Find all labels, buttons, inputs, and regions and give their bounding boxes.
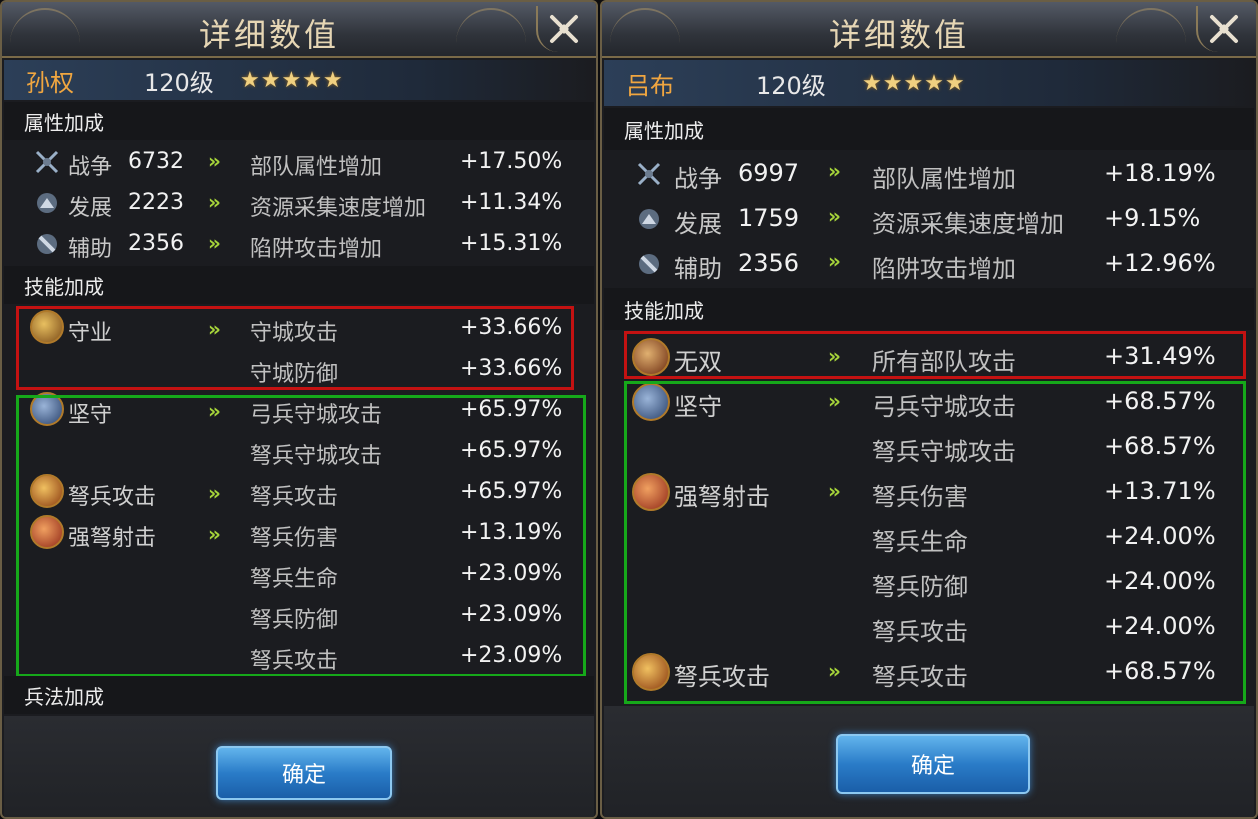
- support-icon: [37, 234, 57, 254]
- close-icon: [1210, 15, 1238, 43]
- hero-name: 吕布: [626, 71, 674, 100]
- left-detail-panel: 详细数值 孙权 120级 ★★★★★ 属性加成 战争 6732 » 部队属性增加…: [0, 0, 598, 819]
- attribute-row: 发展 2223 » 资源采集速度增加 +11.34%: [4, 183, 594, 223]
- attribute-effect: 部队属性增加: [872, 165, 1016, 193]
- arrow-icon: »: [828, 204, 841, 228]
- attribute-label: 辅助: [674, 255, 722, 283]
- support-icon: [639, 254, 659, 274]
- attribute-percent: +12.96%: [1104, 249, 1216, 277]
- hero-level: 120级: [756, 71, 826, 100]
- bottom-bar: 确定: [604, 706, 1254, 817]
- attribute-value: 2356: [128, 231, 184, 256]
- attribute-percent: +18.19%: [1104, 159, 1216, 187]
- hero-name: 孙权: [26, 68, 74, 97]
- right-detail-panel: 详细数值 吕布 120级 ★★★★★ 属性加成 战争 6997 » 部队属性增加…: [600, 0, 1258, 819]
- crossed-swords-icon: [637, 162, 661, 186]
- hero-info-row: 吕布 120级 ★★★★★: [604, 60, 1254, 106]
- attribute-label: 战争: [68, 155, 113, 180]
- arrow-icon: »: [208, 190, 221, 214]
- attribute-effect: 陷阱攻击增加: [250, 237, 383, 262]
- skill-section-header: 技能加成: [604, 288, 1254, 330]
- attribute-section-header: 属性加成: [4, 102, 594, 140]
- attribute-value: 6732: [128, 149, 184, 174]
- attribute-row: 辅助 2356 » 陷阱攻击增加 +15.31%: [4, 224, 594, 264]
- title-bar: 详细数值: [2, 2, 596, 58]
- attribute-label: 战争: [674, 165, 722, 193]
- attribute-effect: 部队属性增加: [250, 155, 383, 180]
- crossed-swords-icon: [35, 150, 59, 174]
- development-icon: [639, 209, 659, 229]
- attribute-section-header: 属性加成: [604, 108, 1254, 150]
- attribute-percent: +15.31%: [460, 231, 563, 256]
- hero-stars: ★★★★★: [862, 70, 966, 96]
- arrow-icon: »: [828, 249, 841, 273]
- close-button[interactable]: [1196, 6, 1250, 52]
- panel-title: 详细数值: [198, 16, 339, 54]
- bottom-bar: 确定: [4, 716, 594, 817]
- attribute-label: 发展: [674, 210, 722, 238]
- attribute-value: 2356: [738, 249, 800, 277]
- highlight-box-red: [16, 306, 574, 390]
- attribute-effect: 资源采集速度增加: [872, 210, 1064, 238]
- attribute-percent: +17.50%: [460, 149, 563, 174]
- development-icon: [37, 193, 57, 213]
- attribute-row: 战争 6997 » 部队属性增加 +18.19%: [604, 152, 1254, 196]
- close-button[interactable]: [536, 6, 590, 52]
- hero-info-row: 孙权 120级 ★★★★★: [4, 60, 594, 100]
- attribute-value: 2223: [128, 190, 184, 215]
- title-bar: 详细数值: [602, 2, 1256, 58]
- confirm-button[interactable]: 确定: [836, 734, 1030, 794]
- arrow-icon: »: [208, 231, 221, 255]
- skill-section-header: 技能加成: [4, 266, 594, 304]
- attribute-label: 发展: [68, 196, 113, 221]
- panel-title: 详细数值: [828, 16, 969, 54]
- highlight-box-green: [624, 381, 1246, 704]
- highlight-box-green: [16, 395, 586, 677]
- attribute-value: 1759: [738, 204, 800, 232]
- attribute-value: 6997: [738, 159, 800, 187]
- hero-stars: ★★★★★: [240, 67, 344, 93]
- attribute-row: 辅助 2356 » 陷阱攻击增加 +12.96%: [604, 242, 1254, 286]
- close-icon: [550, 15, 578, 43]
- attribute-percent: +11.34%: [460, 190, 563, 215]
- tactics-section-header: 兵法加成: [4, 676, 594, 714]
- attribute-effect: 资源采集速度增加: [250, 196, 427, 221]
- attribute-row: 发展 1759 » 资源采集速度增加 +9.15%: [604, 197, 1254, 241]
- attribute-row: 战争 6732 » 部队属性增加 +17.50%: [4, 142, 594, 182]
- attribute-label: 辅助: [68, 237, 113, 262]
- highlight-box-red: [624, 331, 1246, 379]
- hero-level: 120级: [144, 68, 214, 97]
- arrow-icon: »: [208, 149, 221, 173]
- arrow-icon: »: [828, 159, 841, 183]
- confirm-button[interactable]: 确定: [216, 746, 392, 800]
- attribute-effect: 陷阱攻击增加: [872, 255, 1016, 283]
- attribute-percent: +9.15%: [1104, 204, 1201, 232]
